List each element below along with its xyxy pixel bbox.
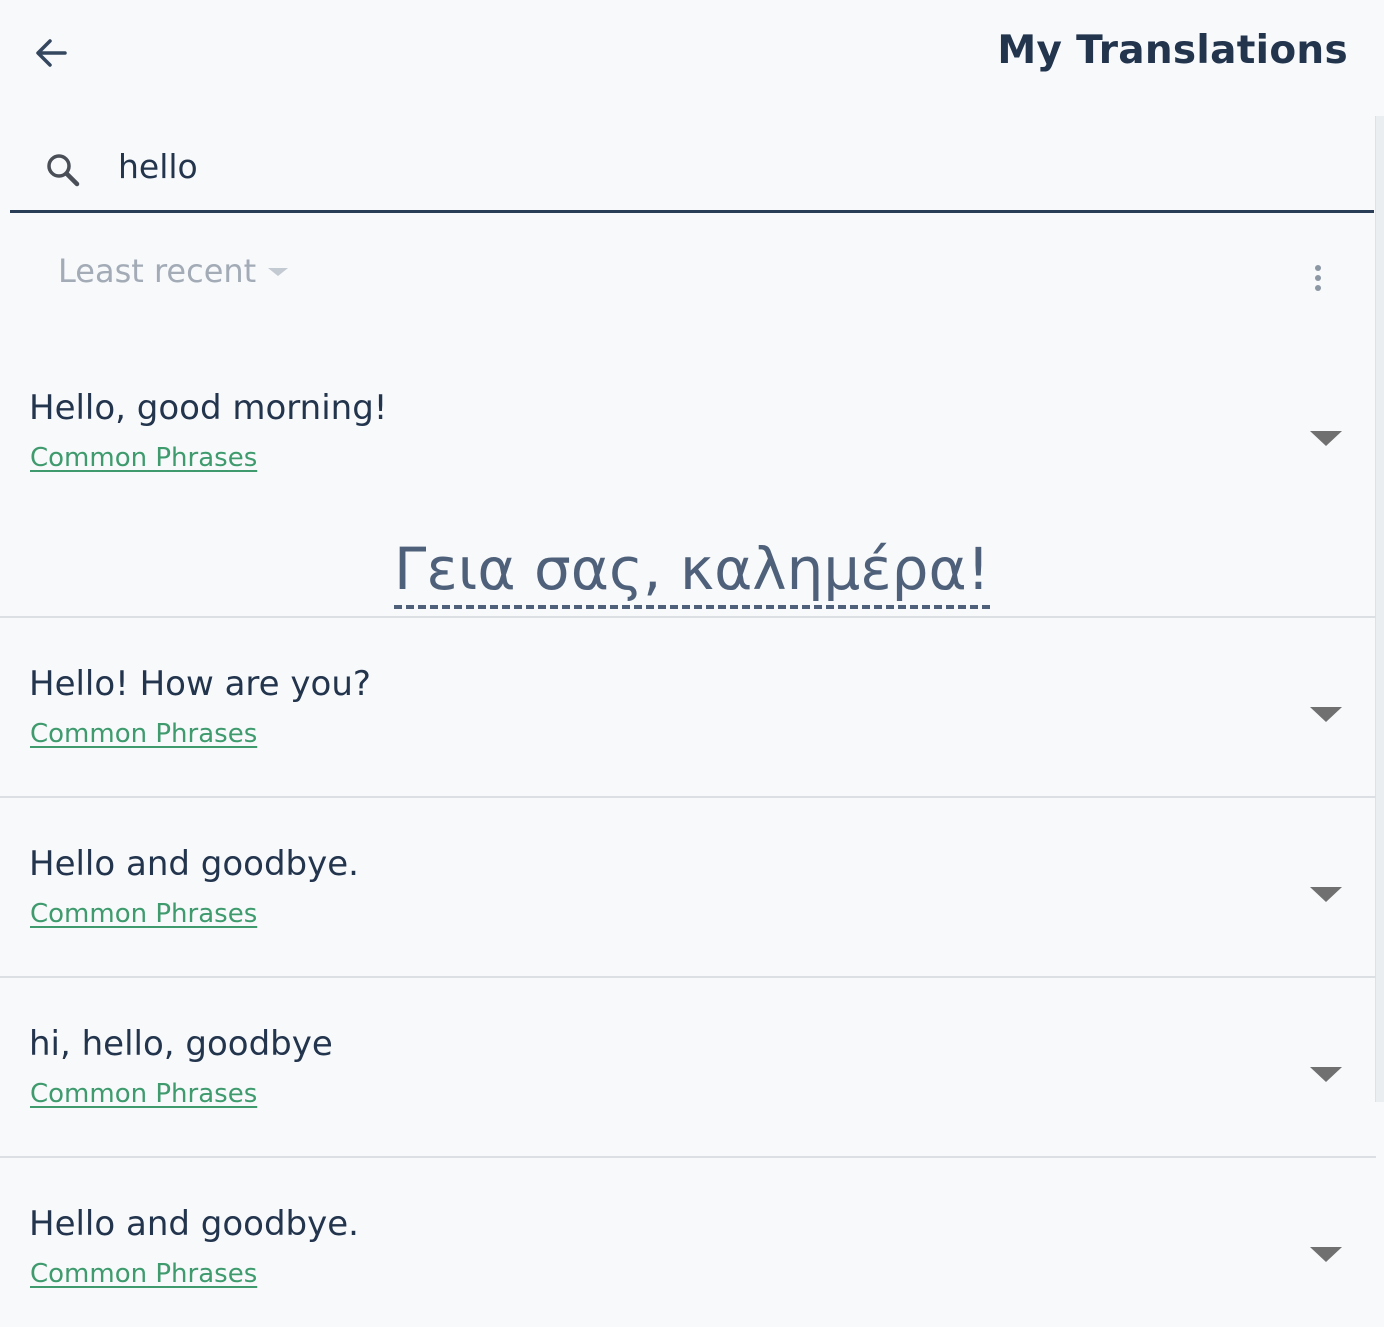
scrollbar[interactable] (1375, 116, 1384, 1102)
category-link[interactable]: Common Phrases (30, 1079, 257, 1109)
search-bar (10, 124, 1374, 213)
more-vertical-icon (1315, 265, 1321, 271)
arrow-left-icon (36, 39, 67, 67)
search-input[interactable] (118, 140, 1318, 192)
back-button[interactable] (28, 30, 74, 76)
divider (0, 616, 1376, 618)
caret-down-icon (1310, 1246, 1342, 1262)
chevron-down-icon (268, 268, 289, 276)
sort-selected-label: Least recent (58, 252, 257, 290)
more-options-button[interactable] (1302, 256, 1334, 300)
expand-toggle[interactable] (1310, 704, 1342, 724)
sort-dropdown[interactable]: Least recent (58, 252, 289, 290)
divider (0, 976, 1376, 978)
caret-down-icon (1310, 1066, 1342, 1082)
phrase-text: Hello! How are you? (29, 664, 371, 704)
category-link[interactable]: Common Phrases (30, 1259, 257, 1289)
caret-down-icon (1310, 706, 1342, 722)
category-link[interactable]: Common Phrases (30, 443, 257, 473)
expand-toggle[interactable] (1310, 1064, 1342, 1084)
category-link[interactable]: Common Phrases (30, 899, 257, 929)
divider (0, 1156, 1376, 1158)
search-icon (47, 154, 80, 187)
expand-toggle[interactable] (1310, 1244, 1342, 1264)
phrase-text: Hello and goodbye. (29, 1204, 359, 1244)
phrase-text: hi, hello, goodbye (29, 1024, 333, 1064)
expand-toggle[interactable] (1310, 884, 1342, 904)
divider (0, 796, 1376, 798)
caret-down-icon (1310, 886, 1342, 902)
phrase-text: Hello, good morning! (29, 388, 388, 428)
caret-down-icon (1310, 430, 1342, 446)
page-title: My Translations (997, 28, 1348, 73)
translation-text: Γεια σας, καλημέρα! (0, 535, 1384, 609)
expand-toggle[interactable] (1310, 428, 1342, 448)
translation-link[interactable]: Γεια σας, καλημέρα! (394, 535, 990, 609)
translations-page: My Translations Least recent Hello, good… (0, 0, 1384, 1327)
category-link[interactable]: Common Phrases (30, 719, 257, 749)
phrase-text: Hello and goodbye. (29, 844, 359, 884)
